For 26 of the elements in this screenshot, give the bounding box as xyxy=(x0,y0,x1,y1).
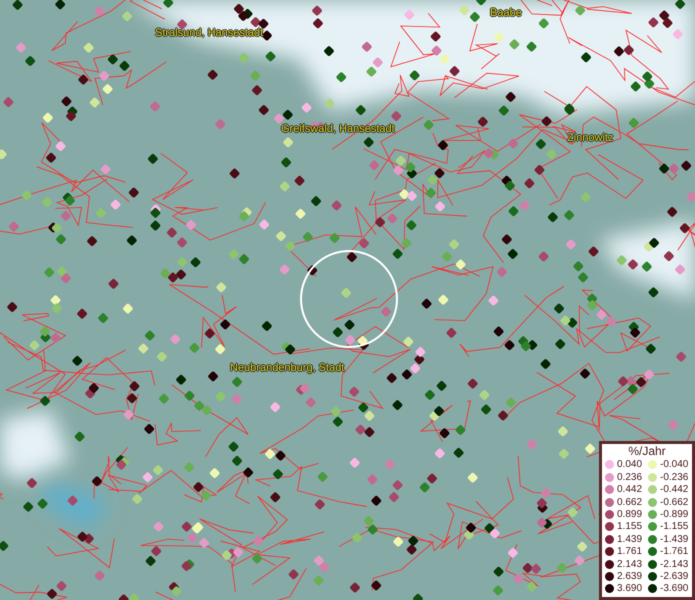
legend-value: 1.155 xyxy=(617,521,642,532)
legend-value: 0.040 xyxy=(617,459,642,470)
legend-value: -1.761 xyxy=(660,546,688,558)
legend-value: 3.690 xyxy=(617,583,642,594)
legend-value: 0.236 xyxy=(617,472,642,483)
legend-value: -3.690 xyxy=(660,583,688,594)
legend-value: 1.761 xyxy=(617,546,642,558)
legend-value: 0.442 xyxy=(617,484,642,496)
place-label: Neubrandenburg, Stadt xyxy=(230,362,344,375)
legend-value: -2.143 xyxy=(660,558,688,570)
legend-value: -2.639 xyxy=(660,570,688,582)
legend-value: 0.662 xyxy=(617,496,642,508)
place-label: Baabe xyxy=(490,7,522,20)
legend-value: -1.155 xyxy=(660,521,688,532)
place-label: Stralsund, Hansestadt xyxy=(155,27,264,40)
legend-value: 2.143 xyxy=(617,558,642,570)
legend-value: 0.899 xyxy=(617,508,642,520)
legend-value: -0.662 xyxy=(660,496,688,508)
legend-value: -0.040 xyxy=(660,459,688,470)
legend-value: 2.639 xyxy=(617,570,642,582)
legend-value: -0.236 xyxy=(660,472,688,483)
legend-value: -0.442 xyxy=(660,484,688,496)
legend-value: 1.439 xyxy=(617,534,642,545)
legend-value: -1.439 xyxy=(660,534,688,545)
legend-value: -0.899 xyxy=(660,508,688,520)
legend-title: %/Jahr xyxy=(627,444,667,459)
